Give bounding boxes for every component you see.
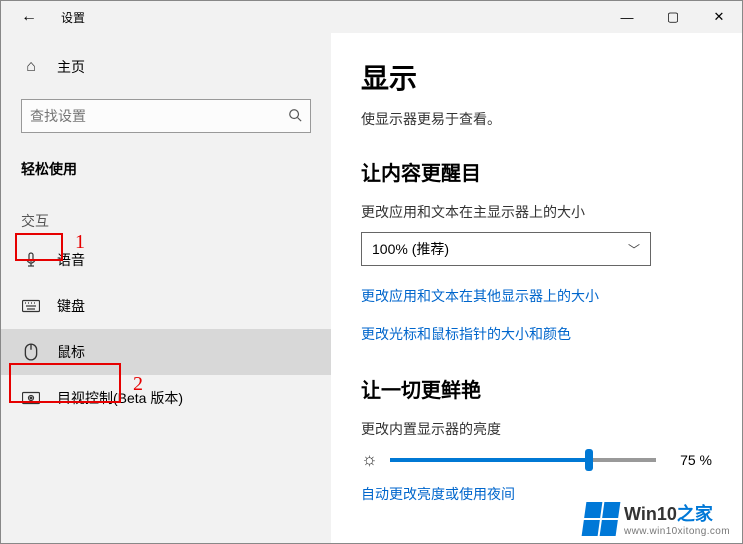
search-icon (288, 108, 302, 125)
sun-icon: ☼ (361, 449, 378, 470)
arrow-left-icon: ← (21, 8, 37, 26)
brightness-slider-row: ☼ 75 % (361, 449, 712, 470)
search-box[interactable] (21, 99, 311, 133)
slider-thumb[interactable] (585, 449, 593, 471)
sidebar-item-label: 语音 (57, 250, 85, 270)
link-cursor-size[interactable]: 更改光标和鼠标指针的大小和颜色 (361, 324, 712, 344)
window-controls: — ▢ ✕ (604, 1, 742, 33)
minimize-button[interactable]: — (604, 1, 650, 33)
minimize-icon: — (621, 10, 634, 25)
brightness-label: 更改内置显示器的亮度 (361, 419, 712, 439)
sidebar-item-keyboard[interactable]: 键盘 (1, 283, 331, 329)
search-input[interactable] (30, 108, 288, 124)
eye-control-icon (21, 388, 41, 408)
titlebar: ← 设置 — ▢ ✕ (1, 1, 742, 33)
chevron-down-icon: ﹀ (628, 241, 640, 258)
link-nightlight[interactable]: 自动更改亮度或使用夜间 (361, 484, 712, 504)
keyboard-icon (21, 296, 41, 316)
main-content: 显示 使显示器更易于查看。 让内容更醒目 更改应用和文本在主显示器上的大小 10… (331, 33, 742, 543)
sidebar-item-eyecontrol[interactable]: 目视控制(Beta 版本) (1, 375, 331, 421)
section-heading-content: 让内容更醒目 (361, 157, 712, 186)
sidebar-home[interactable]: ⌂ 主页 (1, 49, 331, 85)
slider-fill (390, 458, 590, 462)
sidebar: ⌂ 主页 轻松使用 交互 语音 键盘 鼠标 (1, 33, 331, 543)
sidebar-section-label: 交互 (1, 185, 331, 237)
app-name: 设置 (61, 9, 85, 26)
link-other-displays[interactable]: 更改应用和文本在其他显示器上的大小 (361, 286, 712, 306)
mouse-icon (21, 342, 41, 362)
back-button[interactable]: ← (9, 1, 49, 33)
microphone-icon (21, 250, 41, 270)
page-title: 显示 (361, 57, 712, 97)
sidebar-home-label: 主页 (57, 57, 85, 77)
sidebar-item-speech[interactable]: 语音 (1, 237, 331, 283)
scale-label: 更改应用和文本在主显示器上的大小 (361, 202, 712, 222)
maximize-icon: ▢ (667, 9, 679, 25)
page-subtitle: 使显示器更易于查看。 (361, 109, 712, 129)
sidebar-item-label: 键盘 (57, 296, 85, 316)
close-icon: ✕ (714, 9, 725, 25)
sidebar-item-label: 鼠标 (57, 342, 85, 362)
brightness-value: 75 % (668, 452, 712, 468)
section-heading-vivid: 让一切更鲜艳 (361, 374, 712, 403)
close-button[interactable]: ✕ (696, 1, 742, 33)
home-icon: ⌂ (21, 57, 41, 77)
sidebar-item-mouse[interactable]: 鼠标 (1, 329, 331, 375)
scale-select-value: 100% (推荐) (372, 239, 449, 259)
brightness-slider[interactable] (390, 458, 657, 462)
maximize-button[interactable]: ▢ (650, 1, 696, 33)
sidebar-item-label: 目视控制(Beta 版本) (57, 388, 183, 408)
sidebar-category: 轻松使用 (1, 147, 331, 185)
scale-select[interactable]: 100% (推荐) ﹀ (361, 232, 651, 266)
